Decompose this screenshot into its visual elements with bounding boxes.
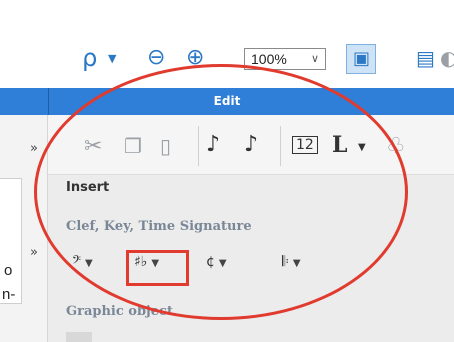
expand-chevron-icon[interactable]: » bbox=[30, 141, 38, 156]
annotation-ellipse bbox=[34, 64, 408, 320]
zoom-value: 100% bbox=[251, 51, 287, 67]
document-fragment-icon-2: n- bbox=[2, 286, 16, 303]
voice-dropdown-chevron-icon[interactable]: ▼ bbox=[108, 52, 116, 65]
page-view-button[interactable]: ▣ bbox=[346, 44, 376, 74]
chevron-down-icon: ∨ bbox=[310, 53, 319, 65]
expand-chevron-icon-2[interactable]: » bbox=[30, 245, 38, 260]
palette-icon[interactable]: ▤ bbox=[416, 46, 435, 70]
more-icon[interactable]: ◐ bbox=[440, 46, 454, 70]
zoom-out-icon[interactable]: ⊖ bbox=[147, 45, 165, 70]
graphic-object-button[interactable] bbox=[66, 332, 92, 342]
page-view-icon: ▣ bbox=[353, 48, 371, 69]
document-fragment-icon: o bbox=[4, 262, 13, 279]
voice-icon[interactable]: ⍴ bbox=[82, 44, 97, 72]
